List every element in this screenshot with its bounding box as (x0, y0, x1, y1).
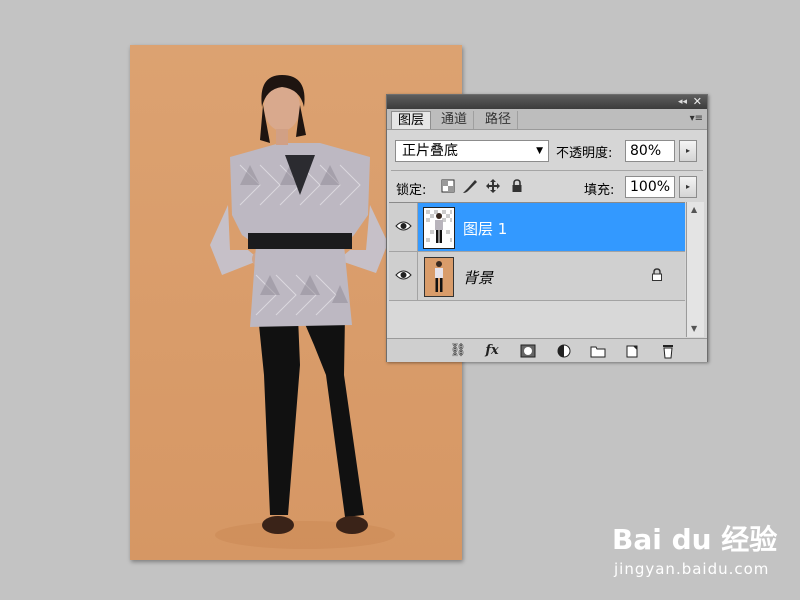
opacity-input[interactable]: 80% (625, 140, 675, 162)
divider (391, 170, 703, 171)
opacity-label: 不透明度: (556, 146, 613, 161)
fill-input[interactable]: 100% (625, 176, 675, 198)
collapse-icon[interactable]: ◂◂ (678, 96, 687, 108)
panel-footer: ⛓ fx (387, 338, 707, 362)
blend-mode-select[interactable]: 正片叠底 ▼ (395, 140, 549, 162)
panel-menu-icon[interactable]: ▾≡ (690, 113, 703, 124)
move-icon[interactable] (485, 178, 501, 194)
layers-panel: ◂◂ ✕ 图层 通道 路径 ▾≡ 正片叠底 ▼ 不透明度: 80% ▸ 锁定: … (386, 94, 708, 362)
link-icon[interactable]: ⛓ (449, 343, 467, 359)
opacity-slider-button[interactable]: ▸ (679, 140, 697, 162)
tab-paths[interactable]: 路径 (479, 111, 519, 129)
lock-icon (652, 268, 662, 281)
fill-slider-button[interactable]: ▸ (679, 176, 697, 198)
tab-channels[interactable]: 通道 (435, 111, 475, 129)
layer-name[interactable]: 背景 (463, 267, 493, 288)
layer-list: 图层 1 背景 (389, 202, 685, 338)
folder-icon[interactable] (589, 343, 607, 359)
lock-label: 锁定: (396, 183, 427, 198)
fx-icon[interactable]: fx (483, 343, 501, 359)
layer-name[interactable]: 图层 1 (463, 218, 507, 239)
blend-mode-value: 正片叠底 (402, 143, 458, 159)
scroll-up-icon[interactable]: ▲ (691, 205, 697, 214)
chevron-down-icon: ▼ (536, 146, 543, 156)
close-icon[interactable]: ✕ (693, 95, 702, 108)
panel-tabs: 图层 通道 路径 (387, 109, 707, 130)
panel-titlebar[interactable]: ◂◂ ✕ (387, 95, 707, 109)
mask-icon[interactable] (519, 343, 537, 359)
trash-icon[interactable] (659, 343, 677, 359)
fill-label: 填充: (584, 183, 615, 198)
watermark-brand: Bai du 经验 (612, 523, 778, 556)
eye-icon (395, 221, 412, 231)
new-layer-icon[interactable] (623, 343, 641, 359)
eye-icon (395, 270, 412, 280)
layer-row-layer1[interactable]: 图层 1 (389, 203, 685, 252)
layer-thumbnail (424, 257, 454, 297)
layer-row-background[interactable]: 背景 (389, 252, 685, 301)
lock-transparent-pixels-icon[interactable] (440, 178, 456, 194)
layer-list-scrollbar[interactable]: ▲ ▼ (686, 202, 704, 337)
watermark-url: jingyan.baidu.com (614, 560, 770, 578)
layer-thumbnail (423, 207, 455, 249)
visibility-toggle[interactable] (389, 252, 418, 300)
adjustment-icon[interactable] (555, 343, 573, 359)
visibility-toggle[interactable] (389, 203, 418, 251)
lock-all-icon[interactable] (509, 178, 525, 194)
brush-icon[interactable] (462, 178, 478, 194)
scroll-down-icon[interactable]: ▼ (691, 324, 697, 333)
tab-layers[interactable]: 图层 (391, 111, 432, 129)
